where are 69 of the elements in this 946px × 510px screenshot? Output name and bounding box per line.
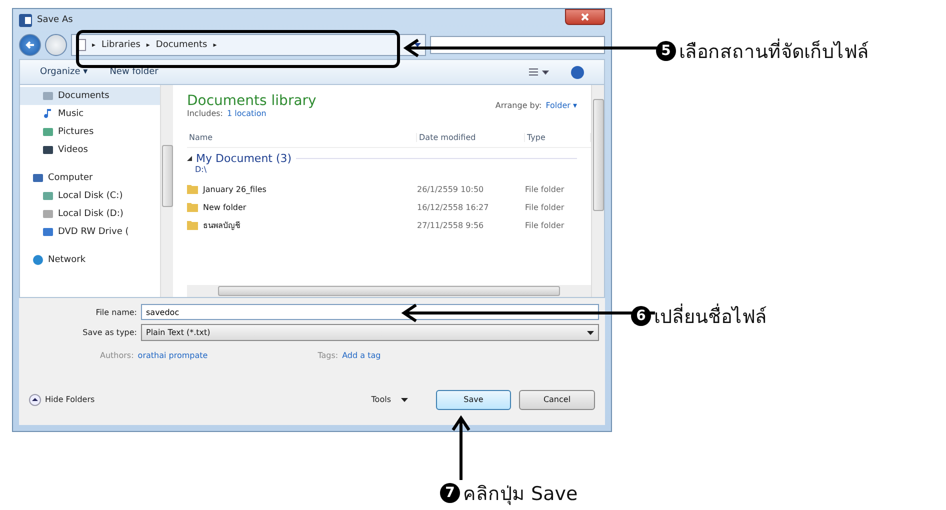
column-header[interactable]: Date modified xyxy=(417,132,525,142)
dropdown-caret-icon xyxy=(587,330,594,334)
file-name-cell[interactable]: January 26_files xyxy=(187,184,417,194)
sidebar-item[interactable]: Local Disk (D:) xyxy=(20,205,160,223)
breadcrumb-item[interactable]: Libraries xyxy=(102,40,140,50)
sidebar-scrollbar[interactable] xyxy=(160,85,173,297)
column-header[interactable]: Name xyxy=(187,132,417,142)
pointer-arrow xyxy=(452,415,470,482)
view-options-icon[interactable] xyxy=(529,68,549,76)
close-icon xyxy=(581,13,589,21)
horizontal-scrollbar[interactable] xyxy=(187,285,591,297)
save-button[interactable]: Save xyxy=(436,390,511,410)
arrange-dropdown[interactable]: Folder ▾ xyxy=(546,101,577,110)
type-cell-text: File folder xyxy=(525,202,566,212)
folder-icon xyxy=(187,202,198,212)
step-number: 7 xyxy=(440,483,460,503)
file-name-label: File name: xyxy=(94,308,137,316)
tags-link[interactable]: Add a tag xyxy=(342,351,381,360)
step-number: 6 xyxy=(631,306,651,326)
dropdown-caret-icon xyxy=(414,43,421,47)
file-name-cell[interactable]: New folder xyxy=(187,202,417,212)
file-name-field[interactable]: savedoc xyxy=(141,304,599,320)
save-type-select[interactable]: Plain Text (*.txt) xyxy=(141,324,599,341)
folder-icon xyxy=(187,184,198,194)
sidebar-item[interactable]: Local Disk (C:) xyxy=(20,187,160,205)
callout-text: เปลี่ยนชื่อไฟล์ xyxy=(654,301,767,331)
folder-icon xyxy=(187,220,198,230)
location-link[interactable]: 1 location xyxy=(226,109,266,118)
sidebar-item[interactable]: Computer xyxy=(20,169,160,187)
authors-label: Authors: xyxy=(100,351,134,360)
app-icon xyxy=(19,14,32,26)
sidebar-item[interactable]: DVD RW Drive ( xyxy=(20,223,160,241)
date-cell-text: 26/1/2559 10:50 xyxy=(417,184,485,194)
back-button[interactable] xyxy=(19,34,41,56)
dropdown-caret-icon xyxy=(401,398,408,402)
save-type-label: Save as type: xyxy=(82,328,137,337)
close-button[interactable] xyxy=(565,9,605,25)
group-path: D:\ xyxy=(194,165,208,174)
hide-folders-button[interactable]: Hide Folders xyxy=(29,394,95,406)
file-list-scrollbar[interactable] xyxy=(591,85,604,297)
group-title: My Document (3) xyxy=(196,152,292,165)
sidebar-item[interactable]: Network xyxy=(20,251,160,269)
includes-label: Includes: xyxy=(187,109,223,118)
sidebar-item[interactable]: Pictures xyxy=(20,123,160,141)
callout-text: เลือกสถานที่จัดเก็บไฟล์ xyxy=(679,36,869,66)
sidebar-item[interactable]: Documents xyxy=(20,87,160,105)
tools-menu[interactable]: Tools xyxy=(365,394,414,405)
file-name-cell[interactable]: ธนพลบัญชี xyxy=(187,218,417,232)
collapse-triangle-icon[interactable] xyxy=(187,156,192,161)
authors-link[interactable]: orathai prompate xyxy=(138,351,208,360)
breadcrumb-item[interactable]: Documents xyxy=(156,40,208,50)
tags-label: Tags: xyxy=(318,351,338,360)
type-cell-text: File folder xyxy=(525,220,566,230)
date-cell-text: 27/11/2558 9:56 xyxy=(417,220,485,230)
arrange-by-label: Arrange by: xyxy=(495,101,542,110)
collapse-icon xyxy=(29,394,41,406)
step-number: 5 xyxy=(656,41,676,61)
type-cell-text: File folder xyxy=(525,184,566,194)
sidebar-item[interactable]: Videos xyxy=(20,141,160,159)
back-arrow-icon xyxy=(25,40,35,50)
organize-menu[interactable]: Organize ▾ xyxy=(40,67,88,77)
cancel-button[interactable]: Cancel xyxy=(519,390,595,410)
library-title: Documents library xyxy=(187,93,316,109)
date-cell-text: 16/12/2558 16:27 xyxy=(417,202,490,212)
forward-button[interactable] xyxy=(45,34,67,56)
music-note-icon xyxy=(42,108,54,120)
sidebar-item[interactable]: Music xyxy=(20,105,160,123)
callout-text: คลิกปุ่ม Save xyxy=(463,482,578,507)
window-title: Save As xyxy=(37,15,74,25)
